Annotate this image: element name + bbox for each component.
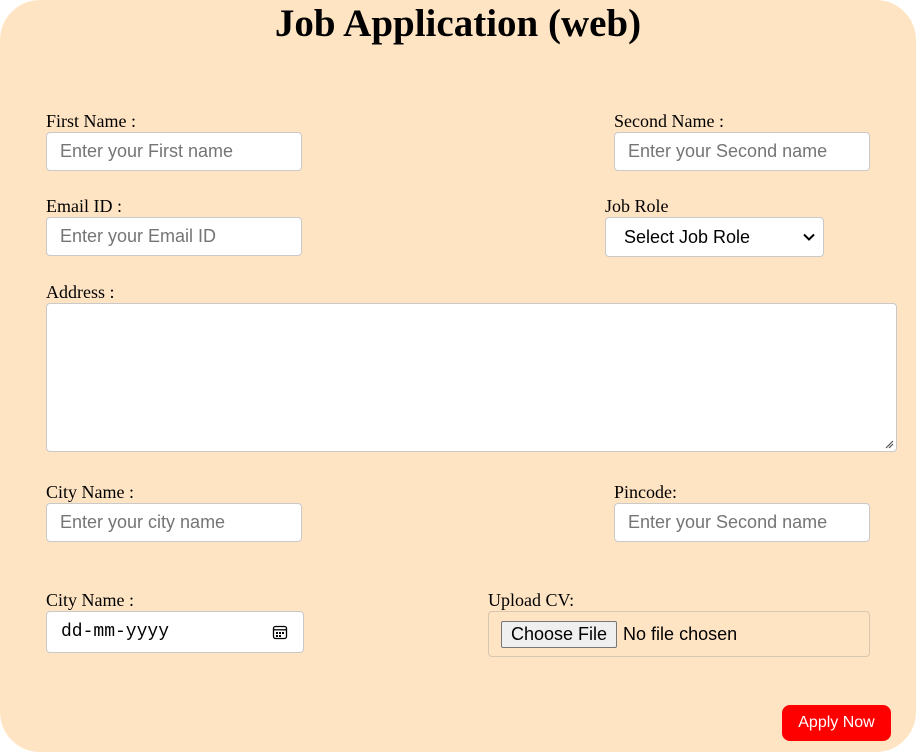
address-textarea[interactable] xyxy=(46,303,897,452)
second-name-label: Second Name : xyxy=(614,111,724,131)
first-name-label: First Name : xyxy=(46,111,136,131)
upload-cv-label: Upload CV: xyxy=(488,590,575,610)
job-role-label: Job Role xyxy=(605,196,669,216)
address-label: Address : xyxy=(46,282,115,302)
page-title: Job Application (web) xyxy=(274,2,642,45)
job-role-selected-value: Select Job Role xyxy=(624,226,751,247)
pincode-label: Pincode: xyxy=(614,482,677,502)
city-label: City Name : xyxy=(46,482,134,502)
upload-cv-field: Choose File No file chosen xyxy=(488,611,870,657)
email-label: Email ID : xyxy=(46,196,122,216)
resize-grip-icon[interactable] xyxy=(884,439,894,449)
second-name-input[interactable] xyxy=(614,132,870,171)
apply-now-button[interactable]: Apply Now xyxy=(782,705,891,741)
chevron-down-icon xyxy=(803,233,815,241)
choose-file-button[interactable]: Choose File xyxy=(501,620,618,648)
email-input[interactable] xyxy=(46,217,302,256)
file-status-text: No file chosen xyxy=(623,623,738,644)
job-role-select[interactable]: Select Job Role xyxy=(605,217,824,257)
date-placeholder: dd-mm-yyyy xyxy=(61,622,170,642)
calendar-icon[interactable] xyxy=(272,624,288,640)
date-input[interactable]: dd-mm-yyyy xyxy=(46,611,304,653)
application-card: Job Application (web) First Name : Secon… xyxy=(0,0,916,752)
date-label: City Name : xyxy=(46,590,134,610)
first-name-input[interactable] xyxy=(46,132,302,171)
pincode-input[interactable] xyxy=(614,503,870,542)
city-input[interactable] xyxy=(46,503,302,542)
